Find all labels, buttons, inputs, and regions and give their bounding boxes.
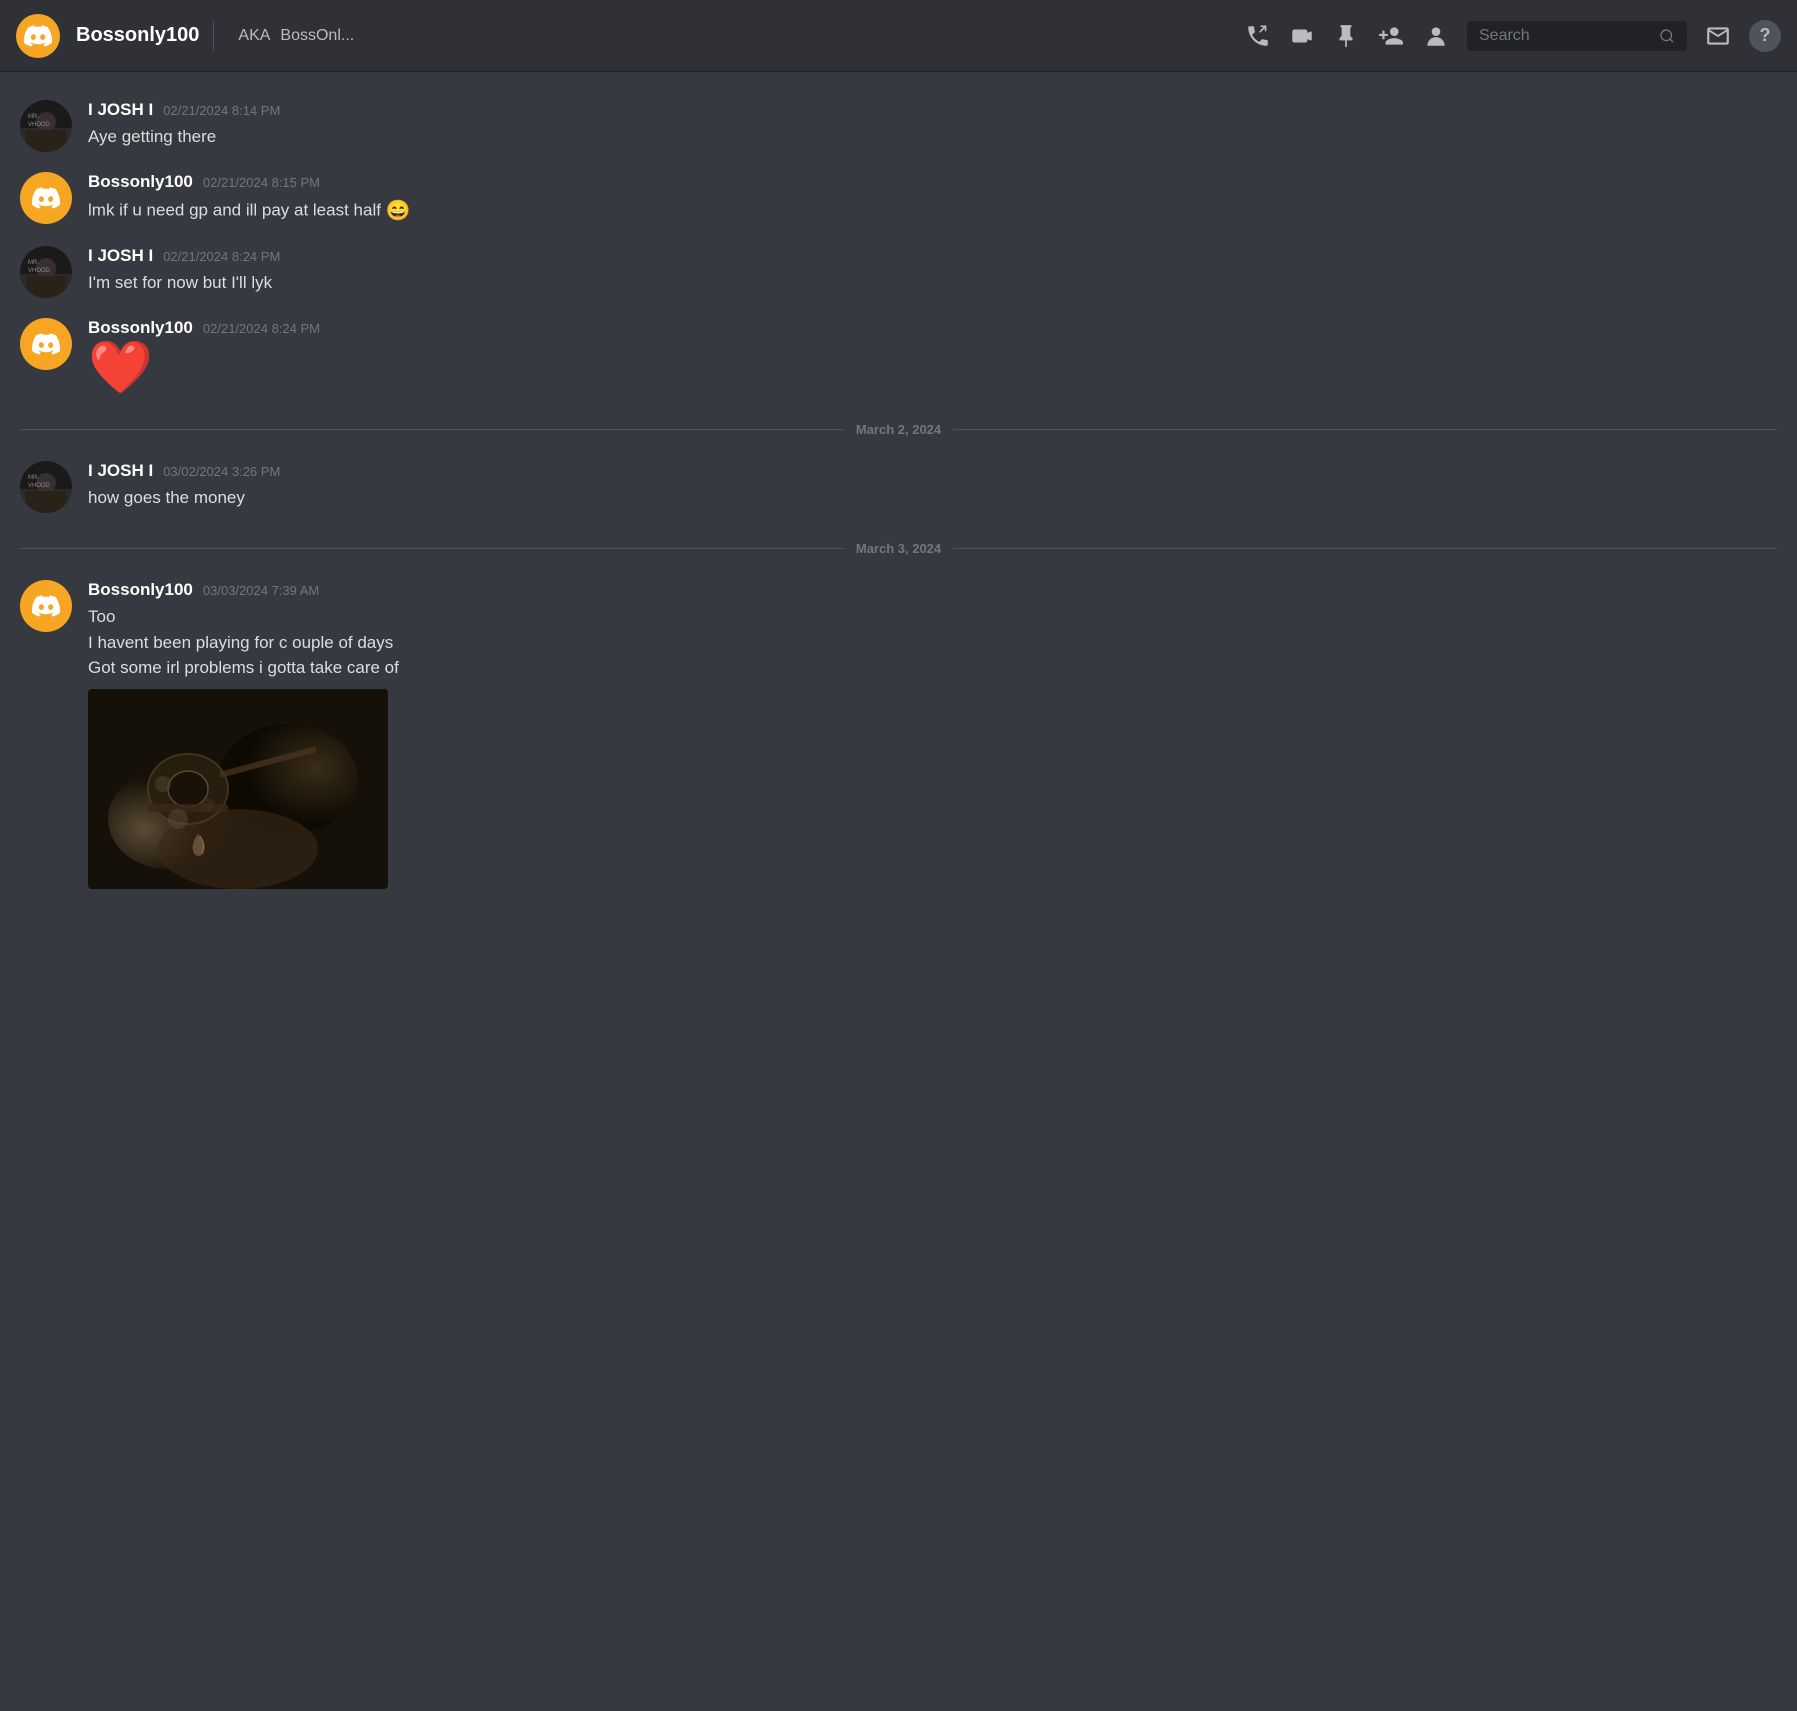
message-username: I JOSH I <box>88 461 153 481</box>
svg-text:VHOOD: VHOOD <box>28 483 51 489</box>
profile-button[interactable] <box>1423 23 1449 49</box>
message-content: Bossonly100 02/21/2024 8:24 PM ❤️ <box>88 318 1777 394</box>
message-line-1: Too <box>88 604 1777 630</box>
message-image[interactable] <box>88 689 388 889</box>
heart-emoji: ❤️ <box>88 342 1777 394</box>
header-divider <box>213 21 214 51</box>
separator-line <box>953 548 1777 549</box>
message-header: I JOSH I 02/21/2024 8:14 PM <box>88 100 1777 120</box>
list-item: MR. VHOOD I JOSH I 02/21/2024 8:24 PM I'… <box>0 238 1797 306</box>
message-content: Bossonly100 03/03/2024 7:39 AM Too I hav… <box>88 580 1777 889</box>
message-text: how goes the money <box>88 485 1777 511</box>
message-header: Bossonly100 02/21/2024 8:15 PM <box>88 172 1777 192</box>
message-content: I JOSH I 02/21/2024 8:24 PM I'm set for … <box>88 246 1777 296</box>
message-content: Bossonly100 02/21/2024 8:15 PM lmk if u … <box>88 172 1777 226</box>
header-icons: ? <box>1245 20 1781 52</box>
header-username: Bossonly100 <box>76 24 199 47</box>
help-button[interactable]: ? <box>1749 20 1781 52</box>
svg-text:VHOOD: VHOOD <box>28 268 51 274</box>
message-header: Bossonly100 02/21/2024 8:24 PM <box>88 318 1777 338</box>
messages-area: MR. VHOOD I JOSH I 02/21/2024 8:14 PM Ay… <box>0 72 1797 921</box>
message-header: Bossonly100 03/03/2024 7:39 AM <box>88 580 1777 600</box>
discord-avatar-icon <box>32 184 60 212</box>
avatar: MR. VHOOD <box>20 100 72 152</box>
message-timestamp: 02/21/2024 8:15 PM <box>203 175 320 190</box>
header-aka-label: AKA <box>238 27 270 45</box>
header-aka-name: BossOnl... <box>280 27 354 45</box>
inbox-button[interactable] <box>1705 23 1731 49</box>
discord-logo-icon <box>24 22 52 50</box>
avatar <box>20 318 72 370</box>
message-content: I JOSH I 02/21/2024 8:14 PM Aye getting … <box>88 100 1777 150</box>
video-call-button[interactable] <box>1289 23 1315 49</box>
message-content: I JOSH I 03/02/2024 3:26 PM how goes the… <box>88 461 1777 511</box>
list-item: Bossonly100 02/21/2024 8:24 PM ❤️ <box>0 310 1797 402</box>
separator-line <box>20 548 844 549</box>
josh-avatar-image: MR. VHOOD <box>20 100 72 152</box>
phone-call-button[interactable] <box>1245 23 1271 49</box>
message-line-2: I havent been playing for c ouple of day… <box>88 630 1777 656</box>
message-text: Too I havent been playing for c ouple of… <box>88 604 1777 681</box>
list-item: Bossonly100 03/03/2024 7:39 AM Too I hav… <box>0 572 1797 897</box>
separator-line <box>953 429 1777 430</box>
message-username: I JOSH I <box>88 100 153 120</box>
message-timestamp: 03/03/2024 7:39 AM <box>203 583 319 598</box>
svg-text:MR.: MR. <box>28 260 39 266</box>
grinning-emoji: 😄 <box>386 200 411 222</box>
message-username: Bossonly100 <box>88 318 193 338</box>
header: Bossonly100 AKA BossOnl... <box>0 0 1797 72</box>
help-icon: ? <box>1760 25 1771 46</box>
date-separator: March 2, 2024 <box>0 406 1797 453</box>
avatar: MR. VHOOD <box>20 246 72 298</box>
josh-avatar-image: MR. VHOOD <box>20 246 72 298</box>
svg-text:MR.: MR. <box>28 114 39 120</box>
discord-avatar-icon <box>32 330 60 358</box>
date-separator: March 3, 2024 <box>0 525 1797 572</box>
message-timestamp: 03/02/2024 3:26 PM <box>163 464 280 479</box>
search-input[interactable] <box>1479 27 1651 45</box>
message-text: lmk if u need gp and ill pay at least ha… <box>88 196 1777 226</box>
message-username: Bossonly100 <box>88 580 193 600</box>
avatar <box>20 172 72 224</box>
message-username: Bossonly100 <box>88 172 193 192</box>
separator-line <box>20 429 844 430</box>
search-icon <box>1659 27 1675 45</box>
message-text: I'm set for now but I'll lyk <box>88 270 1777 296</box>
message-image-content <box>88 689 388 889</box>
avatar <box>20 580 72 632</box>
header-avatar[interactable] <box>16 14 60 58</box>
message-timestamp: 02/21/2024 8:24 PM <box>203 321 320 336</box>
message-timestamp: 02/21/2024 8:14 PM <box>163 103 280 118</box>
josh-avatar-image: MR. VHOOD <box>20 461 72 513</box>
pinned-messages-button[interactable] <box>1333 23 1359 49</box>
date-separator-text: March 3, 2024 <box>856 541 941 556</box>
date-separator-text: March 2, 2024 <box>856 422 941 437</box>
message-timestamp: 02/21/2024 8:24 PM <box>163 249 280 264</box>
message-header: I JOSH I 02/21/2024 8:24 PM <box>88 246 1777 266</box>
discord-avatar-icon <box>32 592 60 620</box>
message-header: I JOSH I 03/02/2024 3:26 PM <box>88 461 1777 481</box>
add-friend-button[interactable] <box>1377 23 1405 49</box>
svg-text:VHOOD: VHOOD <box>28 122 51 128</box>
svg-text:MR.: MR. <box>28 475 39 481</box>
message-username: I JOSH I <box>88 246 153 266</box>
avatar: MR. VHOOD <box>20 461 72 513</box>
list-item: MR. VHOOD I JOSH I 03/02/2024 3:26 PM ho… <box>0 453 1797 521</box>
message-line-3: Got some irl problems i gotta take care … <box>88 655 1777 681</box>
search-bar[interactable] <box>1467 21 1687 51</box>
list-item: Bossonly100 02/21/2024 8:15 PM lmk if u … <box>0 164 1797 234</box>
list-item: MR. VHOOD I JOSH I 02/21/2024 8:14 PM Ay… <box>0 92 1797 160</box>
message-text: Aye getting there <box>88 124 1777 150</box>
